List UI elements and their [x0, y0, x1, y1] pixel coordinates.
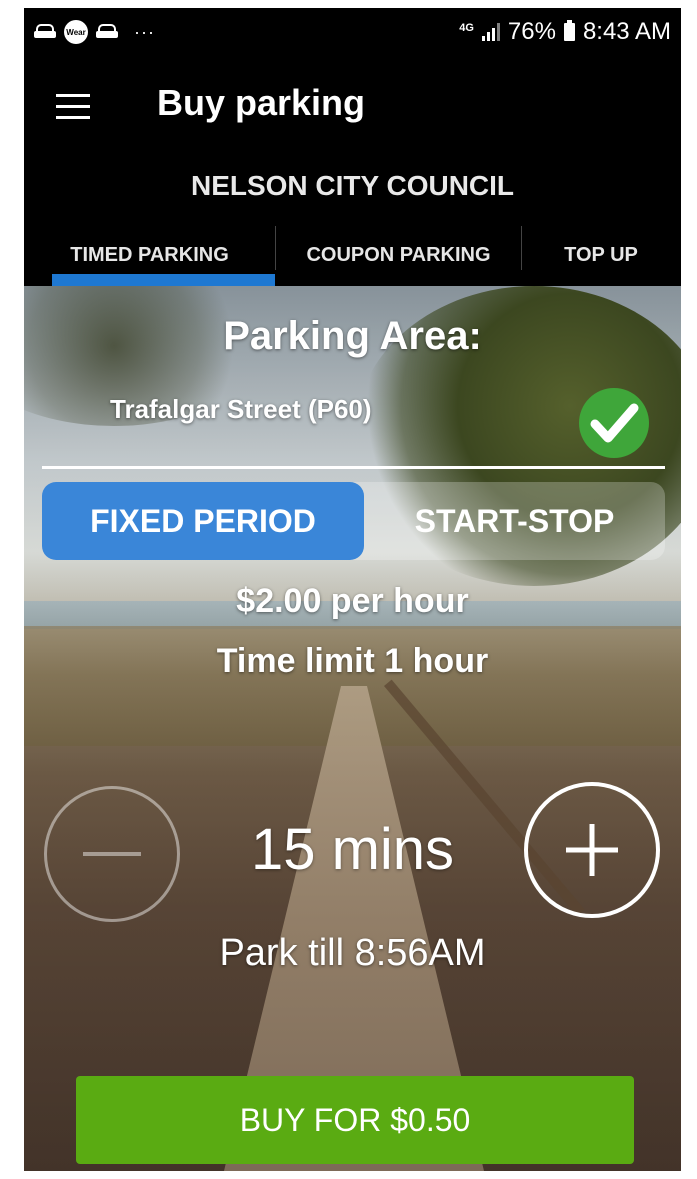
buy-button[interactable]: BUY FOR $0.50 — [76, 1076, 634, 1164]
phone-screen: Wear ··· 4G 76% 8:43 AM Buy parking NELS… — [24, 8, 681, 1171]
increase-time-button[interactable] — [524, 782, 660, 918]
notification-icons: Wear ··· — [34, 20, 155, 44]
hourly-rate: $2.00 per hour — [236, 582, 469, 620]
parking-panel: Parking Area: Trafalgar Street (P60) FIX… — [24, 286, 681, 1171]
system-status: 4G 76% 8:43 AM — [459, 18, 671, 46]
parking-mode-toggle: FIXED PERIOD START-STOP — [42, 482, 665, 560]
fixed-period-button[interactable]: FIXED PERIOD — [42, 482, 364, 560]
battery-percent: 76% — [507, 18, 556, 45]
wear-icon: Wear — [64, 20, 88, 44]
check-circle-icon[interactable] — [579, 388, 649, 458]
car-icon — [34, 24, 56, 40]
park-until-time: Park till 8:56AM — [219, 932, 486, 974]
tab-coupon-parking[interactable]: COUPON PARKING — [276, 224, 521, 286]
status-bar: Wear ··· 4G 76% 8:43 AM — [24, 8, 681, 56]
clock: 8:43 AM — [582, 18, 671, 45]
page-title: Buy parking — [157, 82, 366, 123]
hamburger-menu-icon[interactable] — [56, 94, 90, 120]
time-limit: Time limit 1 hour — [216, 642, 489, 680]
council-name: NELSON CITY COUNCIL — [190, 170, 515, 201]
app-bar: Buy parking — [24, 56, 681, 156]
tab-top-up[interactable]: TOP UP — [522, 224, 680, 286]
plus-icon — [566, 824, 618, 876]
divider — [42, 466, 665, 469]
active-tab-indicator — [52, 274, 275, 286]
car-icon — [96, 24, 118, 40]
signal-icon — [481, 23, 500, 41]
more-icon: ··· — [134, 22, 155, 42]
start-stop-button[interactable]: START-STOP — [364, 482, 665, 560]
network-type: 4G — [459, 21, 474, 34]
parking-area-heading: Parking Area: — [223, 314, 482, 358]
parking-area-name[interactable]: Trafalgar Street (P60) — [110, 394, 372, 425]
battery-icon — [563, 20, 575, 41]
